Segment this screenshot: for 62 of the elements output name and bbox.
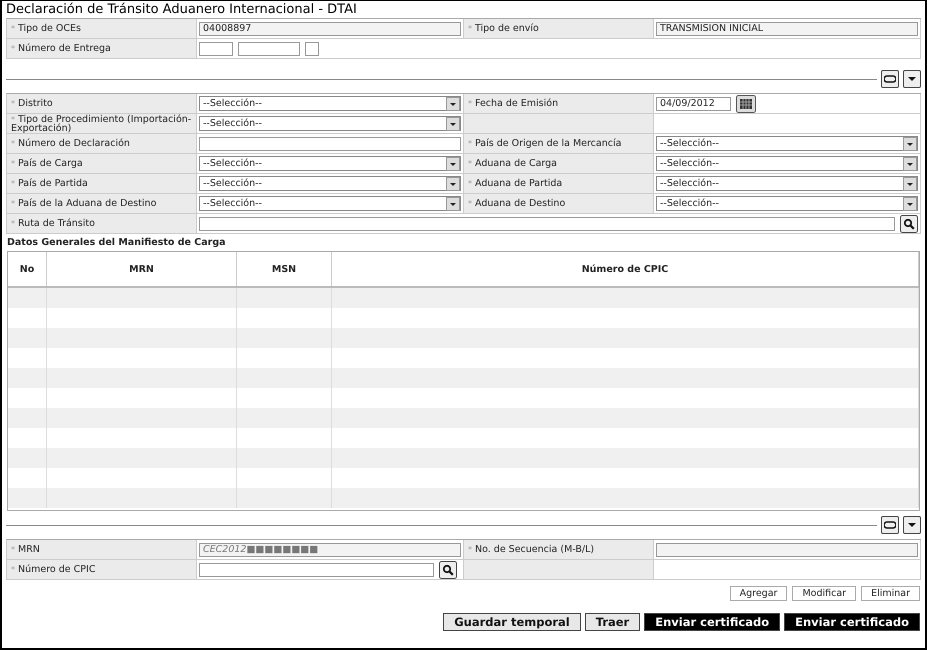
field-label: * Número de Entrega bbox=[11, 44, 111, 53]
action-button[interactable]: Enviar certificado bbox=[784, 613, 920, 631]
refresh-button[interactable] bbox=[881, 516, 899, 534]
input-field[interactable] bbox=[199, 216, 895, 230]
action-button[interactable]: Traer bbox=[584, 613, 640, 631]
field-label: * Fecha de Emisión bbox=[468, 99, 558, 108]
collapse-button[interactable] bbox=[903, 70, 921, 88]
field-label: * MRN bbox=[11, 545, 40, 554]
window-title: Declaración de Tránsito Aduanero Internacional - DTAI bbox=[5, 1, 358, 18]
field-label: * Tipo de OCEs bbox=[11, 24, 81, 33]
field-label: * Número de CPIC bbox=[11, 565, 96, 574]
input-field[interactable]: TRANSMISION INICIAL bbox=[656, 22, 918, 36]
search-icon[interactable] bbox=[900, 214, 918, 232]
field-label: * Tipo de envío bbox=[468, 24, 539, 33]
field-label: * Número de Declaración bbox=[11, 139, 130, 148]
column-header: Número de CPIC bbox=[332, 252, 919, 286]
field-label: * Ruta de Tránsito bbox=[11, 219, 95, 228]
dropdown[interactable]: --Selección-- bbox=[199, 96, 461, 111]
input-field[interactable] bbox=[238, 42, 300, 56]
dropdown[interactable]: --Selección-- bbox=[199, 176, 461, 191]
column-header: MRN bbox=[47, 252, 237, 286]
field-label: * Distrito bbox=[11, 99, 53, 108]
input-field[interactable] bbox=[199, 562, 434, 576]
collapse-button[interactable] bbox=[903, 516, 921, 534]
input-field[interactable] bbox=[199, 136, 461, 150]
field-label: * Aduana de Destino bbox=[468, 199, 566, 208]
field-label: * Aduana de Carga bbox=[468, 159, 558, 168]
action-button[interactable]: Eliminar bbox=[861, 586, 920, 601]
dropdown[interactable]: --Selección-- bbox=[656, 136, 918, 151]
action-button[interactable]: Agregar bbox=[730, 586, 788, 601]
search-icon[interactable] bbox=[439, 560, 457, 578]
column-header: MSN bbox=[237, 252, 332, 286]
input-field[interactable]: 04008897 bbox=[199, 22, 461, 36]
field-label: * Aduana de Partida bbox=[468, 179, 562, 188]
caret-icon bbox=[907, 75, 917, 83]
dropdown[interactable]: --Selección-- bbox=[199, 116, 461, 131]
column-header: No bbox=[8, 252, 47, 286]
refresh-icon bbox=[884, 74, 896, 84]
input-field[interactable] bbox=[656, 542, 918, 556]
input-field[interactable] bbox=[199, 42, 233, 56]
dropdown[interactable]: --Selección-- bbox=[656, 156, 918, 171]
action-button[interactable]: Modificar bbox=[792, 586, 856, 601]
refresh-icon bbox=[884, 520, 896, 530]
calendar-icon[interactable] bbox=[736, 94, 756, 112]
field-label: * No. de Secuencia (M-B/L) bbox=[468, 545, 594, 554]
field-label: * País de la Aduana de Destino bbox=[11, 199, 156, 208]
field-label: * País de Origen de la Mercancía bbox=[468, 139, 622, 148]
dropdown[interactable]: --Selección-- bbox=[199, 156, 461, 171]
field-label: * País de Partida bbox=[11, 179, 88, 188]
dropdown[interactable]: --Selección-- bbox=[656, 196, 918, 211]
input-field[interactable]: CEC2012■■■■■■■■ bbox=[199, 542, 461, 556]
caret-icon bbox=[907, 521, 917, 529]
field-label: * País de Carga bbox=[11, 159, 83, 168]
date-field[interactable]: 04/09/2012 bbox=[656, 96, 731, 110]
dropdown[interactable]: --Selección-- bbox=[656, 176, 918, 191]
section-title: Datos Generales del Manifiesto de Carga bbox=[6, 236, 227, 250]
dropdown[interactable]: --Selección-- bbox=[199, 196, 461, 211]
action-button[interactable]: Enviar certificado bbox=[644, 613, 780, 631]
input-field[interactable] bbox=[305, 42, 319, 56]
action-button[interactable]: Guardar temporal bbox=[443, 613, 581, 631]
refresh-button[interactable] bbox=[881, 70, 899, 88]
field-label: * Tipo de Procedimiento (Importación-Exportación) bbox=[11, 114, 192, 132]
